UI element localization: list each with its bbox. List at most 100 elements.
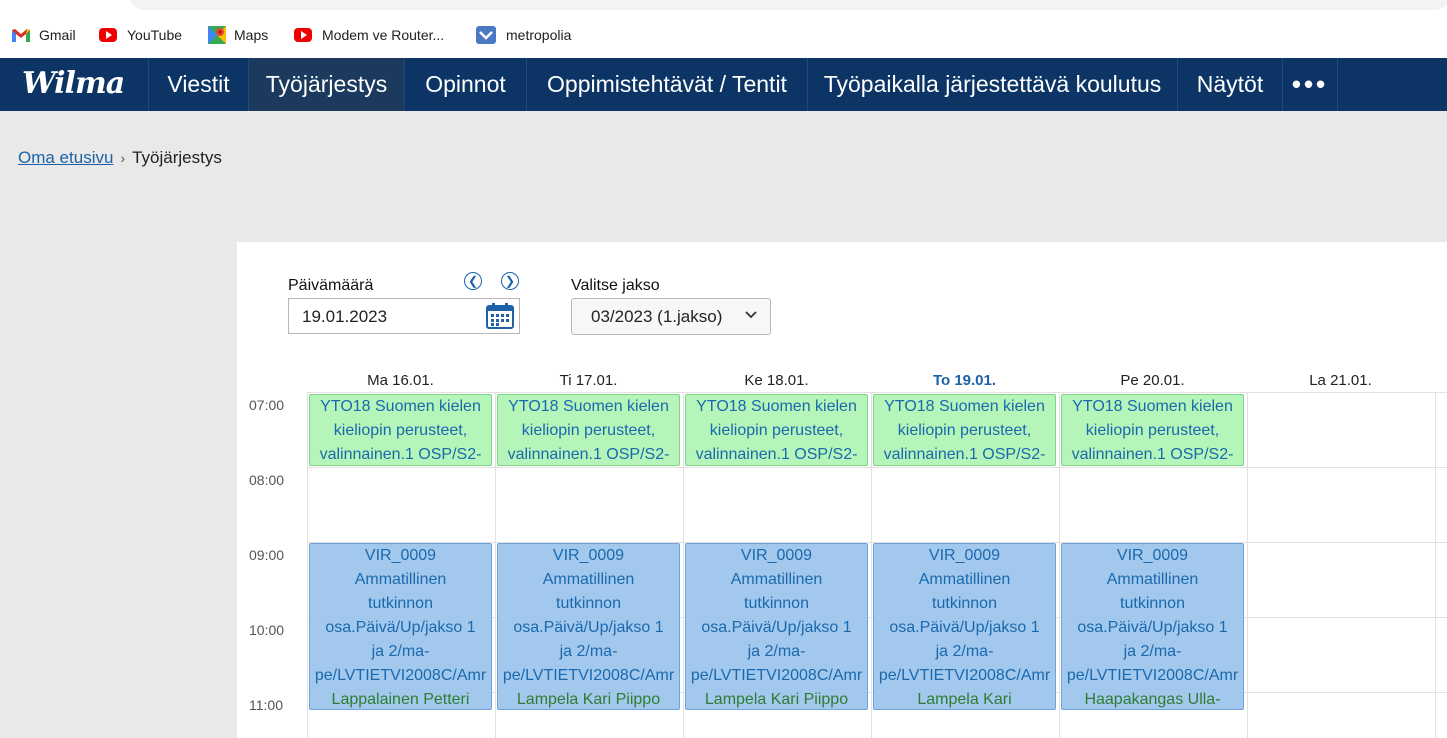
bookmark-youtube[interactable]: YouTube bbox=[99, 25, 182, 45]
grid-line bbox=[1059, 392, 1060, 738]
event-line: kieliopin perusteet, bbox=[897, 422, 1032, 439]
event-line: Ammatillinen bbox=[354, 571, 447, 588]
event-line: VIR_0009 bbox=[928, 547, 1001, 564]
event-line: valinnainen.1 OSP/S2- bbox=[883, 446, 1046, 463]
url-bar[interactable] bbox=[130, 0, 1447, 10]
breadcrumb-separator: › bbox=[120, 150, 126, 166]
event-line: valinnainen.1 OSP/S2- bbox=[1071, 446, 1234, 463]
event-line: YTO18 Suomen kielen bbox=[696, 398, 857, 415]
day-header-mon: Ma 16.01. bbox=[367, 372, 434, 389]
event-line: Ammatillinen bbox=[918, 571, 1011, 588]
schedule-event[interactable]: VIR_0009 Ammatillinen tutkinnon osa.Päiv… bbox=[1061, 543, 1244, 710]
event-line: kieliopin perusteet, bbox=[709, 422, 844, 439]
day-header-fri: Pe 20.01. bbox=[1120, 372, 1185, 389]
bookmark-label: Modem ve Router... bbox=[322, 27, 445, 43]
schedule-event[interactable]: YTO18 Suomen kielen kieliopin perusteet,… bbox=[309, 394, 492, 466]
bookmark-label: Gmail bbox=[39, 27, 76, 43]
youtube-icon bbox=[99, 28, 117, 42]
event-line: ja 2/ma- bbox=[371, 643, 430, 660]
nav-item-viestit[interactable]: Viestit bbox=[148, 58, 248, 111]
event-line: VIR_0009 bbox=[552, 547, 625, 564]
period-label: Valitse jakso bbox=[571, 277, 660, 294]
schedule-event[interactable]: YTO18 Suomen kielen kieliopin perusteet,… bbox=[873, 394, 1056, 466]
bookmark-metropolia[interactable]: metropolia bbox=[476, 25, 571, 45]
bookmark-gmail[interactable]: Gmail bbox=[11, 25, 76, 45]
event-line: VIR_0009 bbox=[364, 547, 437, 564]
bookmark-modem[interactable]: Modem ve Router... bbox=[294, 25, 444, 45]
schedule-event[interactable]: YTO18 Suomen kielen kieliopin perusteet,… bbox=[497, 394, 680, 466]
event-teacher: Lampela Kari Piippo bbox=[516, 691, 661, 708]
event-line: osa.Päivä/Up/jakso 1 bbox=[325, 619, 476, 636]
time-label: 08:00 bbox=[249, 472, 285, 488]
date-input[interactable]: 19.01.2023 bbox=[288, 298, 520, 334]
period-select[interactable]: 03/2023 (1.jakso) bbox=[571, 298, 771, 335]
event-line: YTO18 Suomen kielen bbox=[508, 398, 669, 415]
event-line: osa.Päivä/Up/jakso 1 bbox=[513, 619, 664, 636]
time-label: 11:00 bbox=[249, 697, 283, 713]
schedule-event[interactable]: VIR_0009 Ammatillinen tutkinnon osa.Päiv… bbox=[309, 543, 492, 710]
event-line: YTO18 Suomen kielen bbox=[884, 398, 1045, 415]
breadcrumb-current: Työjärjestys bbox=[132, 148, 222, 167]
day-header-tue: Ti 17.01. bbox=[559, 372, 618, 389]
event-line: kieliopin perusteet, bbox=[1085, 422, 1220, 439]
chevron-left-icon[interactable]: ❮ bbox=[464, 272, 482, 290]
event-line: osa.Päivä/Up/jakso 1 bbox=[701, 619, 852, 636]
calendar-icon[interactable] bbox=[486, 303, 514, 329]
event-line: pe/LVTIETVI2008C/Amr bbox=[690, 667, 863, 684]
event-line: Ammatillinen bbox=[1106, 571, 1199, 588]
event-line: pe/LVTIETVI2008C/Amr bbox=[314, 667, 487, 684]
main-navbar: Wilma Viestit Työjärjestys Opinnot Oppim… bbox=[0, 58, 1447, 111]
bookmark-label: Maps bbox=[234, 27, 269, 43]
gmail-icon bbox=[11, 28, 30, 42]
breadcrumb: Oma etusivu › Työjärjestys bbox=[18, 148, 222, 168]
grid-line bbox=[307, 467, 1447, 468]
event-teacher: Lappalainen Petteri bbox=[331, 691, 470, 708]
event-line: ja 2/ma- bbox=[747, 643, 806, 660]
nav-item-tyojarjestys[interactable]: Työjärjestys bbox=[248, 58, 404, 111]
schedule-panel: Päivämäärä ❮ ❯ 19.01.2023 Valitse jakso … bbox=[237, 242, 1447, 738]
metropolia-icon bbox=[476, 26, 496, 44]
event-line: kieliopin perusteet, bbox=[333, 422, 468, 439]
event-line: osa.Päivä/Up/jakso 1 bbox=[889, 619, 1040, 636]
schedule-event[interactable]: VIR_0009 Ammatillinen tutkinnon osa.Päiv… bbox=[685, 543, 868, 710]
wilma-logo[interactable]: Wilma bbox=[22, 66, 125, 101]
bookmark-label: YouTube bbox=[127, 27, 183, 43]
chevron-right-icon[interactable]: ❯ bbox=[501, 272, 519, 290]
breadcrumb-home-link[interactable]: Oma etusivu bbox=[18, 148, 113, 167]
period-value: 03/2023 (1.jakso) bbox=[591, 307, 723, 326]
nav-item-opinnot[interactable]: Opinnot bbox=[404, 58, 526, 111]
youtube-icon bbox=[294, 28, 312, 42]
browser-address-bar bbox=[0, 0, 1447, 12]
event-line: ja 2/ma- bbox=[935, 643, 994, 660]
grid-line bbox=[307, 392, 308, 738]
event-line: YTO18 Suomen kielen bbox=[1072, 398, 1233, 415]
event-line: tutkinnon bbox=[932, 595, 997, 612]
event-line: tutkinnon bbox=[744, 595, 809, 612]
schedule-event[interactable]: YTO18 Suomen kielen kieliopin perusteet,… bbox=[1061, 394, 1244, 466]
event-teacher: Lampela Kari bbox=[917, 691, 1012, 708]
nav-item-naytot[interactable]: Näytöt bbox=[1177, 58, 1282, 111]
schedule-event[interactable]: YTO18 Suomen kielen kieliopin perusteet,… bbox=[685, 394, 868, 466]
bookmarks-bar: Gmail YouTube Maps Modem ve Router... me… bbox=[0, 12, 1447, 58]
event-line: ja 2/ma- bbox=[1123, 643, 1182, 660]
bookmark-maps[interactable]: Maps bbox=[208, 25, 268, 45]
day-header-wed: Ke 18.01. bbox=[744, 372, 809, 389]
event-line: pe/LVTIETVI2008C/Amr bbox=[502, 667, 675, 684]
nav-item-oppimistehtavat[interactable]: Oppimistehtävät / Tentit bbox=[526, 58, 807, 111]
event-line: valinnainen.1 OSP/S2- bbox=[695, 446, 858, 463]
more-menu-button[interactable]: ••• bbox=[1282, 58, 1338, 111]
event-line: Ammatillinen bbox=[730, 571, 823, 588]
date-label: Päivämäärä bbox=[288, 277, 374, 294]
grid-line bbox=[307, 392, 1447, 393]
chevron-down-icon bbox=[744, 307, 758, 321]
event-teacher: Haapakangas Ulla- bbox=[1084, 691, 1221, 708]
nav-item-tyopaikalla[interactable]: Työpaikalla järjestettävä koulutus bbox=[807, 58, 1177, 111]
grid-line bbox=[1247, 392, 1248, 738]
event-line: kieliopin perusteet, bbox=[521, 422, 656, 439]
grid-line bbox=[1435, 392, 1436, 738]
schedule-event[interactable]: VIR_0009 Ammatillinen tutkinnon osa.Päiv… bbox=[873, 543, 1056, 710]
grid-line bbox=[871, 392, 872, 738]
event-teacher: Lampela Kari Piippo bbox=[704, 691, 849, 708]
schedule-event[interactable]: VIR_0009 Ammatillinen tutkinnon osa.Päiv… bbox=[497, 543, 680, 710]
maps-icon bbox=[208, 26, 226, 44]
